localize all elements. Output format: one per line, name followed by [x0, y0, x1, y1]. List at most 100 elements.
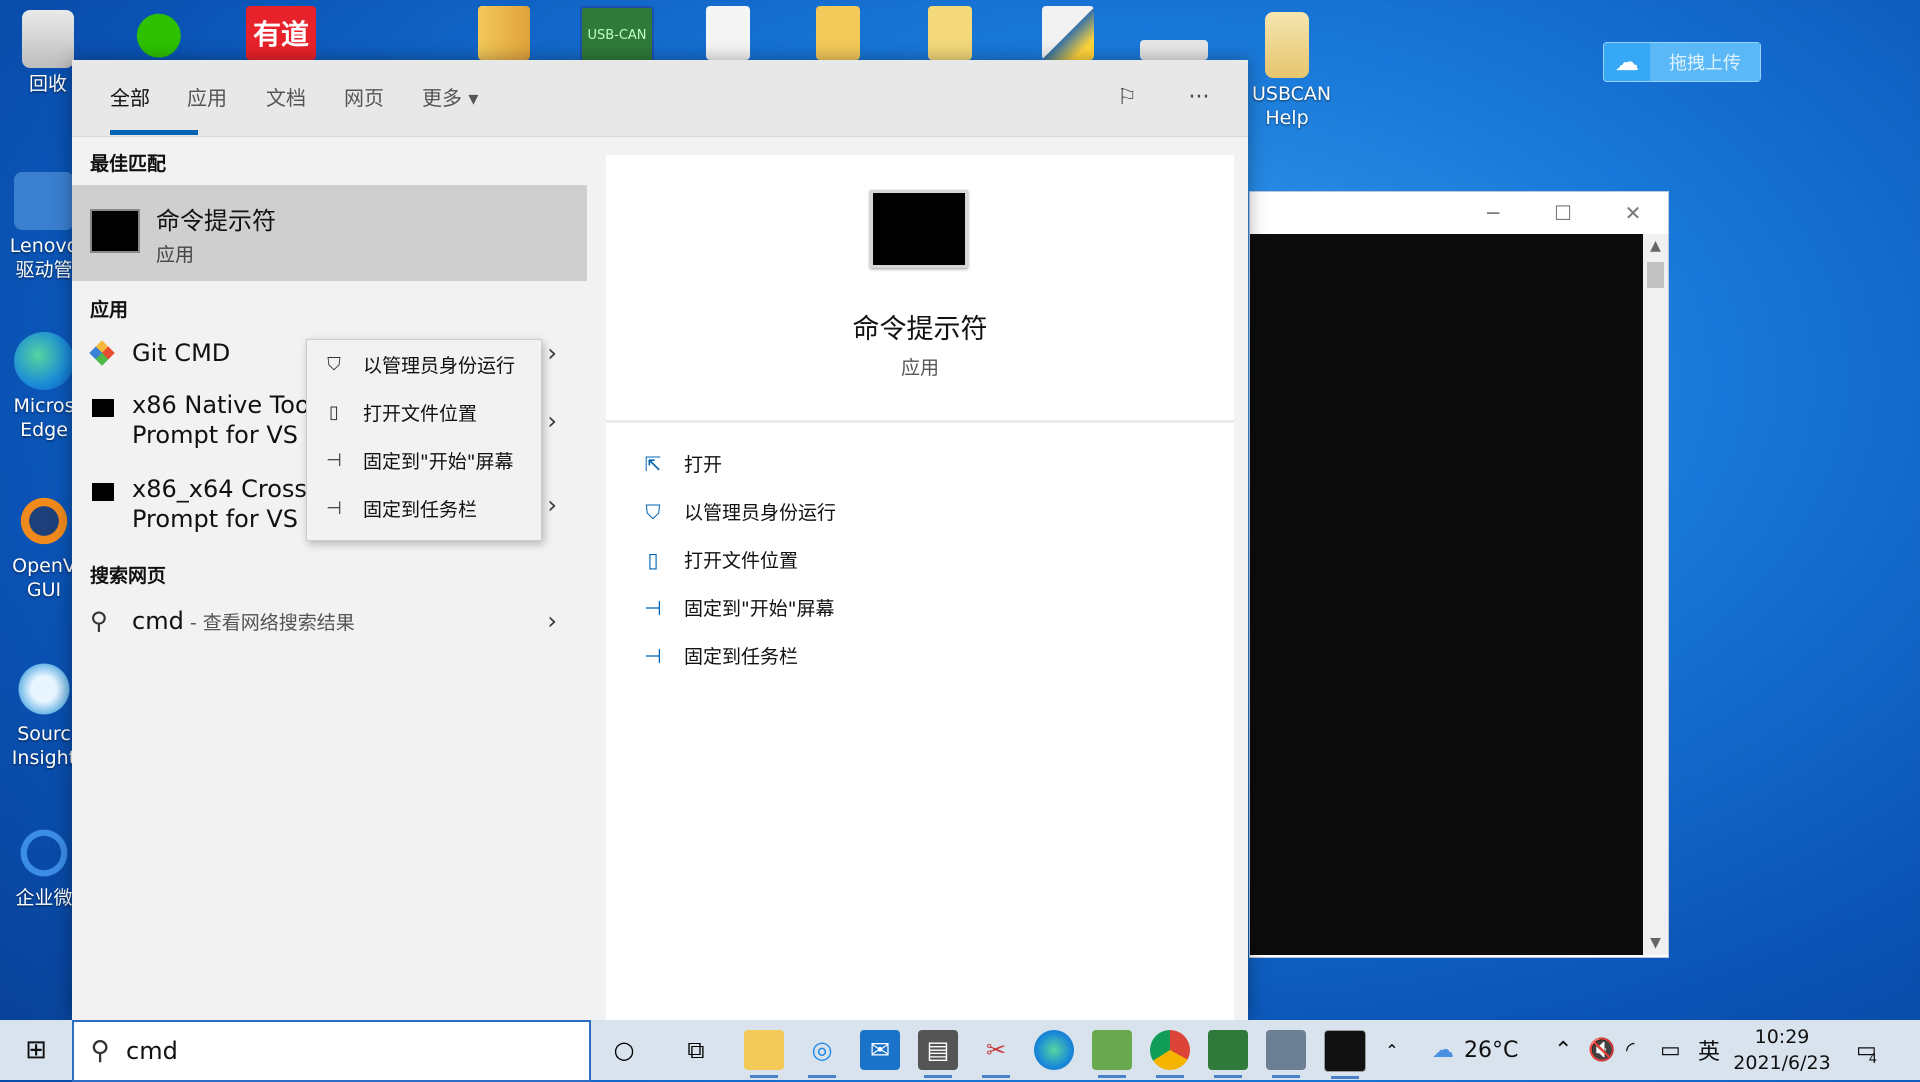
usbcan-icon[interactable]: USB-CAN	[580, 6, 654, 64]
chevron-right-icon[interactable]: ›	[547, 491, 557, 519]
menu-item-label: 固定到"开始"屏幕	[363, 450, 514, 473]
app-name-line1: x86 Native Tools	[132, 391, 329, 419]
cmd-icon	[90, 209, 140, 253]
action-open[interactable]: ⇱ 打开	[640, 450, 722, 477]
section-best-match: 最佳匹配	[90, 153, 167, 175]
console-titlebar[interactable]: ─ ☐ ✕	[1250, 192, 1668, 234]
preview-app-name: 命令提示符	[852, 314, 988, 345]
image-viewer-icon[interactable]	[1092, 1030, 1132, 1078]
action-run-as-admin[interactable]: ⛉ 以管理员身份运行	[640, 498, 837, 525]
chevron-right-icon[interactable]: ›	[547, 339, 557, 367]
cmd-large-icon	[870, 190, 968, 268]
baidu-upload-button[interactable]: ☁ 拖拽上传	[1603, 42, 1761, 82]
action-label: 打开文件位置	[684, 550, 799, 572]
preview-app-type: 应用	[900, 357, 939, 379]
file-icon[interactable]	[706, 6, 750, 60]
app-shortcut-icon[interactable]	[1140, 40, 1208, 60]
wifi-icon[interactable]: ◜	[1626, 1020, 1635, 1080]
pin-icon: ⊣	[644, 595, 662, 620]
menu-item-pin-to-taskbar[interactable]: ⊣ 固定到任务栏	[307, 484, 541, 532]
feedback-icon[interactable]: ⚐	[1108, 78, 1146, 116]
best-match-type: 应用	[156, 244, 195, 266]
maximize-icon[interactable]: ☐	[1528, 192, 1598, 234]
desktop-icon-label: Sourc Insight	[11, 723, 77, 769]
tab-apps[interactable]: 应用	[187, 82, 227, 111]
volume-muted-icon[interactable]: 🔇	[1588, 1020, 1615, 1080]
scroll-down-icon[interactable]: ▼	[1643, 931, 1668, 955]
recycle-bin-icon	[22, 10, 74, 68]
action-label: 固定到任务栏	[684, 646, 799, 668]
wechat-icon[interactable]	[134, 6, 196, 60]
action-pin-to-taskbar[interactable]: ⊣ 固定到任务栏	[640, 642, 798, 669]
tab-more[interactable]: 更多 ▾	[422, 82, 478, 111]
best-match-item[interactable]: 命令提示符 应用	[72, 185, 587, 281]
chevron-right-icon[interactable]: ›	[547, 407, 557, 435]
chevron-right-icon[interactable]: ›	[547, 607, 557, 635]
windows-start-icon[interactable]: ⊞	[0, 1020, 72, 1080]
task-view-icon[interactable]: ⧉	[676, 1030, 716, 1070]
shield-icon: ⛉	[327, 353, 341, 375]
youdao-logo-text: 有道	[252, 18, 309, 51]
scroll-thumb[interactable]	[1647, 262, 1664, 288]
ime-indicator[interactable]: 英	[1698, 1020, 1720, 1080]
python-icon[interactable]	[1042, 6, 1094, 60]
folder-icon-2[interactable]	[816, 6, 860, 60]
youdao-icon[interactable]: 有道	[246, 6, 316, 60]
cortana-icon[interactable]: ○	[604, 1030, 644, 1070]
usbcan-taskbar-icon[interactable]	[1208, 1030, 1248, 1078]
minimize-icon[interactable]: ─	[1458, 192, 1528, 234]
source-insight-icon	[14, 660, 74, 718]
more-options-icon[interactable]: ···	[1180, 78, 1218, 116]
desktop-icon-usbcan-help[interactable]: USBCAN Help	[1246, 12, 1332, 130]
action-open-file-location[interactable]: ▯ 打开文件位置	[640, 546, 798, 573]
clock[interactable]: 10:29 2021/6/23	[1732, 1024, 1832, 1076]
cmd-taskbar-icon[interactable]	[1324, 1030, 1366, 1079]
menu-item-run-as-admin[interactable]: ⛉ 以管理员身份运行	[307, 340, 541, 388]
menu-item-open-file-location[interactable]: ▯ 打开文件位置	[307, 388, 541, 436]
usbcan-logo-text: USB-CAN	[587, 27, 647, 43]
tab-documents[interactable]: 文档	[266, 82, 306, 111]
mail-icon[interactable]: ✉	[860, 1030, 900, 1070]
chrome-icon[interactable]	[1150, 1030, 1190, 1078]
folder-icon-3[interactable]	[928, 6, 972, 60]
tab-web[interactable]: 网页	[344, 82, 384, 111]
active-tab-indicator	[110, 130, 198, 135]
taskbar-search-input[interactable]: ⚲ cmd	[72, 1020, 591, 1082]
pin-icon: ⊣	[326, 497, 342, 519]
divider	[606, 420, 1234, 423]
edge-taskbar-icon[interactable]	[1034, 1030, 1074, 1070]
action-pin-to-start[interactable]: ⊣ 固定到"开始"屏幕	[640, 594, 834, 621]
calculator-icon[interactable]	[1266, 1030, 1306, 1078]
action-label: 固定到"开始"屏幕	[684, 598, 835, 620]
search-panel: 全部 应用 文档 网页 更多 ▾ ⚐ ··· 最佳匹配 命令提示符 应用 应用 …	[72, 60, 1248, 1020]
chat-app-icon[interactable]: ◎	[802, 1030, 842, 1078]
weather-widget[interactable]: ☁ 26°C	[1432, 1020, 1518, 1080]
desktop-icon-label: Micros Edge	[13, 395, 75, 441]
notification-center-icon[interactable]: ▭ 4	[1856, 1020, 1877, 1080]
desktop-icon-label: Lenovo 驱动管	[9, 235, 79, 281]
baidu-upload-label: 拖拽上传	[1650, 43, 1760, 81]
menu-item-label: 以管理员身份运行	[363, 354, 516, 377]
best-match-name: 命令提示符	[156, 207, 276, 235]
scroll-up-icon[interactable]: ▲	[1643, 234, 1668, 258]
file-explorer-icon[interactable]	[744, 1030, 784, 1078]
desktop-icon-label: USBCAN Help	[1252, 83, 1332, 129]
menu-item-pin-to-start[interactable]: ⊣ 固定到"开始"屏幕	[307, 436, 541, 484]
wecom-icon	[14, 824, 74, 882]
folder-icon[interactable]	[478, 6, 530, 60]
scroll-taskbar-icon[interactable]: ⌃	[1372, 1030, 1412, 1070]
console-scrollbar[interactable]: ▲ ▼	[1643, 234, 1668, 955]
pin-icon: ⊣	[644, 643, 662, 668]
app-name-line2: Prompt for VS 2	[132, 421, 321, 449]
git-icon	[89, 340, 115, 366]
network-tool-icon[interactable]: ▤	[918, 1030, 958, 1078]
close-icon[interactable]: ✕	[1598, 192, 1668, 234]
battery-icon[interactable]: ▭	[1660, 1020, 1681, 1080]
chevron-down-icon: ▾	[468, 86, 479, 110]
console-window[interactable]: ─ ☐ ✕ ▲ ▼	[1249, 191, 1669, 958]
snipping-tool-icon[interactable]: ✂	[976, 1030, 1016, 1078]
tab-all[interactable]: 全部	[110, 82, 150, 111]
list-item-web-search[interactable]: ⚲ cmd - 查看网络搜索结果 ›	[72, 601, 587, 649]
show-hidden-icons[interactable]: ⌃	[1554, 1020, 1572, 1080]
console-body[interactable]	[1250, 234, 1643, 955]
